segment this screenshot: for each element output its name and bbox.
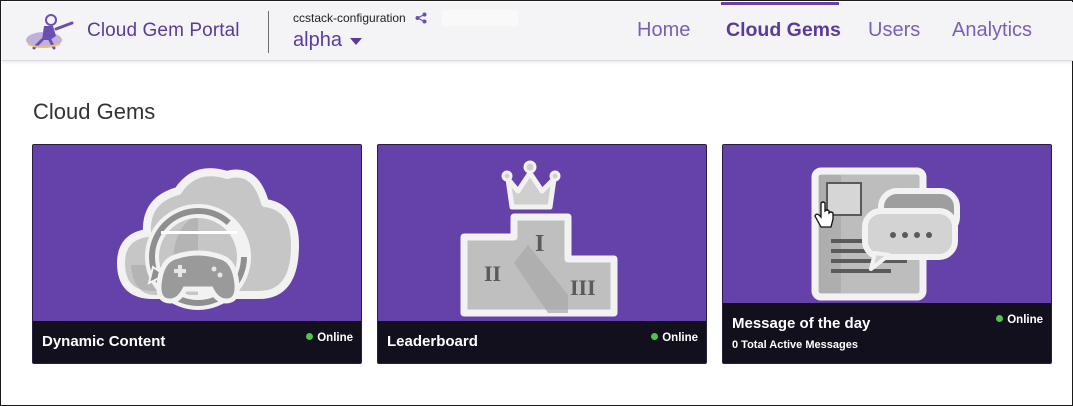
svg-text:III: III (570, 275, 596, 300)
gem-title: Leaderboard (387, 333, 478, 350)
gem-subtitle: 0 Total Active Messages (732, 339, 858, 351)
blurred-field (442, 10, 518, 26)
card-illustration: I II III (378, 145, 706, 323)
stage-dropdown[interactable]: alpha (293, 29, 342, 52)
gem-title: Dynamic Content (42, 333, 166, 350)
header-divider (268, 11, 269, 53)
status-badge: Online (651, 332, 698, 344)
status-dot-icon (306, 333, 314, 340)
status-badge: Online (306, 332, 353, 344)
nav-cloud-gems[interactable]: Cloud Gems (726, 19, 841, 42)
status-label: Online (662, 332, 698, 344)
status-badge: Online (996, 314, 1043, 326)
card-illustration (723, 145, 1051, 305)
status-label: Online (317, 332, 353, 344)
nav-users[interactable]: Users (868, 19, 920, 42)
brand-title[interactable]: Cloud Gem Portal (87, 20, 240, 42)
card-footer: Leaderboard Online (378, 321, 706, 363)
nav-home[interactable]: Home (637, 19, 690, 42)
status-dot-icon (651, 333, 659, 340)
chevron-down-icon[interactable] (350, 38, 362, 45)
svg-text:II: II (484, 261, 501, 286)
podium-crown-icon: I II III (460, 160, 618, 317)
nav-active-indicator (721, 2, 839, 5)
share-icon[interactable] (415, 12, 427, 24)
gem-card-leaderboard[interactable]: I II III Leaderboard Online (377, 144, 707, 364)
message-board-icon (811, 167, 960, 301)
page-title: Cloud Gems (33, 99, 156, 124)
gem-title: Message of the day (732, 315, 871, 332)
project-name: ccstack-configuration (293, 11, 406, 25)
status-label: Online (1007, 314, 1043, 326)
nav-analytics[interactable]: Analytics (952, 19, 1032, 42)
gem-card-dynamic-content[interactable]: Dynamic Content Online (32, 144, 362, 364)
card-illustration (33, 145, 361, 323)
cloud-gamepad-icon (117, 168, 299, 310)
card-footer: Dynamic Content Online (33, 321, 361, 363)
top-header: Cloud Gem Portal ccstack-configuration a… (2, 2, 1073, 61)
gem-card-message-of-the-day[interactable]: Message of the day Online 0 Total Active… (722, 144, 1052, 364)
card-footer: Message of the day Online 0 Total Active… (723, 303, 1051, 363)
logo-icon[interactable] (20, 10, 78, 54)
status-dot-icon (996, 315, 1004, 322)
svg-text:I: I (535, 231, 544, 257)
app-window: Cloud Gem Portal ccstack-configuration a… (0, 0, 1073, 406)
